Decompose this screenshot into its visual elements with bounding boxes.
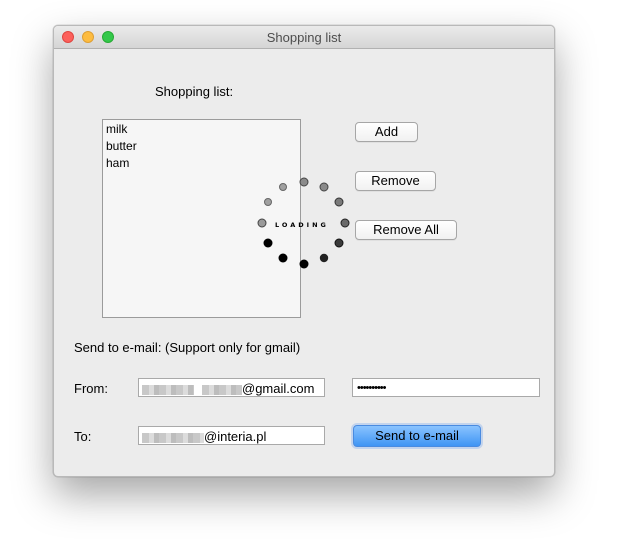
from-email-domain: @gmail.com [242, 381, 315, 396]
list-item[interactable]: ham [106, 156, 129, 170]
list-item[interactable]: milk [106, 122, 127, 136]
loading-text: LOADING [275, 221, 329, 229]
remove-button[interactable]: Remove [355, 171, 436, 191]
spinner-dot [334, 197, 344, 207]
spinner-dot [334, 238, 344, 248]
window-title: Shopping list [266, 30, 342, 45]
redacted-text [202, 384, 242, 395]
to-email-field[interactable]: @interia.pl [138, 426, 325, 445]
to-email-domain: @interia.pl [204, 429, 267, 444]
redacted-text [142, 432, 204, 443]
email-heading: Send to e-mail: (Support only for gmail) [74, 340, 301, 355]
spinner-dot [340, 218, 350, 228]
password-field[interactable]: •••••••••• [352, 378, 540, 397]
redacted-text [142, 384, 194, 395]
spinner-dot [319, 182, 329, 192]
titlebar: Shopping list [54, 26, 554, 49]
list-item[interactable]: butter [106, 139, 137, 153]
spinner-dot [319, 253, 329, 263]
send-email-button[interactable]: Send to e-mail [353, 425, 481, 447]
from-email-field[interactable]: @gmail.com [138, 378, 325, 397]
shopping-list[interactable]: milk butter ham [102, 119, 301, 318]
spinner-dot [299, 177, 309, 187]
to-label: To: [74, 429, 92, 444]
remove-all-button[interactable]: Remove All [355, 220, 457, 240]
add-button[interactable]: Add [355, 122, 418, 142]
app-window: Shopping list Shopping list: milk butter… [53, 25, 555, 477]
shopping-list-heading: Shopping list: [155, 84, 234, 99]
from-label: From: [74, 381, 108, 396]
